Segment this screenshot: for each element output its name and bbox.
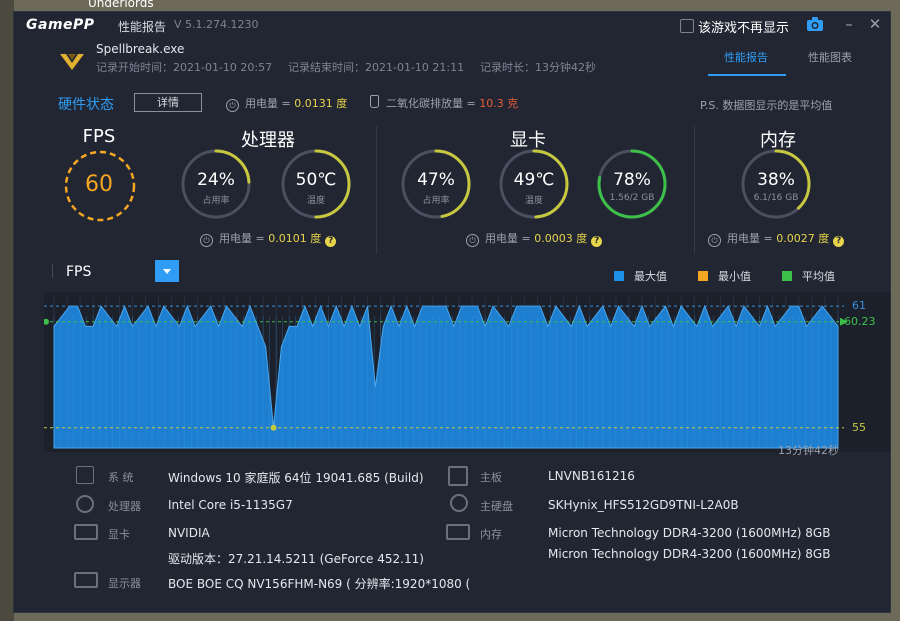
ram-value-1: Micron Technology DDR4-3200 (1600MHz) 8G… xyxy=(548,526,831,540)
display-label: 显示器 xyxy=(108,577,141,590)
average-note: P.S. 数据图显示的是平均值 xyxy=(700,99,833,112)
record-duration: 记录时长：13分钟42秒 xyxy=(480,61,596,74)
total-power: ⏻ 用电量 = 0.0131 度 xyxy=(226,95,347,112)
tab-performance-chart[interactable]: 性能图表 xyxy=(808,49,852,65)
driver-version: 驱动版本：27.21.14.5211 (GeForce 452.11) xyxy=(168,552,424,566)
cpu-chip-icon xyxy=(76,495,94,513)
min-point-dot xyxy=(270,424,277,431)
power-plug-icon: ⏻ xyxy=(226,99,239,112)
memory-power: ⏻ 用电量 = 0.0027 度? xyxy=(708,230,845,247)
disk-label: 主硬盘 xyxy=(480,500,513,513)
process-name: Spellbreak.exe xyxy=(96,42,185,56)
ram-label: 内存 xyxy=(480,528,502,541)
windows-icon xyxy=(76,466,94,484)
gpu-vram-label: 1.56/2 GB xyxy=(609,193,655,203)
window-title: 性能报告 xyxy=(118,20,167,34)
spellbreak-game-icon xyxy=(60,54,84,70)
hard-disk-icon xyxy=(450,494,468,512)
section-divider xyxy=(694,126,695,254)
bottle-icon xyxy=(370,95,379,108)
hide-game-checkbox[interactable] xyxy=(680,19,694,33)
minimize-button[interactable]: – xyxy=(840,14,858,34)
avg-value-label: 60.23 xyxy=(844,314,876,328)
record-end-time: 记录结束时间：2021-01-10 21:11 xyxy=(288,61,465,74)
gpu-usage-value: 47% xyxy=(417,170,455,190)
memory-usage-label: 6.1/16 GB xyxy=(753,193,799,203)
legend-swatch xyxy=(614,271,624,281)
gpu-label: 显卡 xyxy=(108,528,130,541)
cpu-power: ⏻ 用电量 = 0.0101 度? xyxy=(200,230,337,247)
max-value-label: 61 xyxy=(852,299,866,313)
legend-max: 最大值 xyxy=(614,268,667,284)
close-button[interactable]: ✕ xyxy=(866,14,884,34)
desktop-background xyxy=(0,0,14,621)
os-value: Windows 10 家庭版 64位 19041.685 (Build) xyxy=(168,471,424,485)
dropdown-chevron-icon[interactable] xyxy=(155,260,179,282)
help-icon[interactable]: ? xyxy=(833,236,845,247)
legend-swatch xyxy=(782,271,792,281)
memory-stick-icon xyxy=(446,524,470,540)
power-plug-icon: ⏻ xyxy=(708,234,721,247)
record-start-time: 记录开始时间：2021-01-10 20:57 xyxy=(96,61,273,74)
cpu-usage-label: 占用率 xyxy=(202,196,230,206)
details-button[interactable]: 详情 xyxy=(134,93,202,112)
metric-selector[interactable]: FPS xyxy=(66,264,91,280)
power-plug-icon: ⏻ xyxy=(200,234,213,247)
gamepp-window: GamePP 性能报告 V 5.1.274.1230 该游戏不再显示 – ✕ S… xyxy=(14,12,890,612)
metric-selector-frame xyxy=(52,264,63,278)
cpu-temp-value: 50℃ xyxy=(295,170,337,190)
gpu-usage-label: 占用率 xyxy=(422,196,450,206)
board-label: 主板 xyxy=(480,471,502,484)
gpu-temp-label: 温度 xyxy=(524,196,543,206)
ram-value-2: Micron Technology DDR4-3200 (1600MHz) 8G… xyxy=(548,547,831,561)
tab-performance-report[interactable]: 性能报告 xyxy=(724,49,768,65)
legend-avg: 平均值 xyxy=(782,268,835,284)
help-icon[interactable]: ? xyxy=(591,236,603,247)
power-plug-icon: ⏻ xyxy=(466,234,479,247)
fps-value: 60 xyxy=(85,172,113,197)
gpu-vram-value: 78% xyxy=(613,170,651,190)
section-divider xyxy=(376,126,377,254)
title-bar: GamePP 性能报告 V 5.1.274.1230 该游戏不再显示 – ✕ xyxy=(14,12,890,40)
legend-min: 最小值 xyxy=(698,268,751,284)
cpu-temp-label: 温度 xyxy=(306,196,325,206)
hide-game-label[interactable]: 该游戏不再显示 xyxy=(698,17,789,36)
desktop-icon-label: Underlords xyxy=(88,0,154,10)
monitor-icon xyxy=(74,572,98,588)
gamepp-logo: GamePP xyxy=(26,17,95,33)
cpu-value: Intel Core i5-1135G7 xyxy=(168,498,293,512)
cpu-usage-value: 24% xyxy=(197,170,235,190)
fps-title: FPS xyxy=(82,126,116,147)
gpu-temp-value: 49℃ xyxy=(513,170,555,190)
co2-emission: 二氧化碳排放量 = 10.3 克 xyxy=(370,95,518,111)
gpu-value: NVIDIA xyxy=(168,526,210,540)
active-tab-indicator xyxy=(708,74,786,76)
legend-swatch xyxy=(698,271,708,281)
min-value-label: 55 xyxy=(852,420,866,434)
hardware-status-title: 硬件状态 xyxy=(58,97,114,113)
memory-usage-value: 38% xyxy=(757,170,795,190)
chart-duration: 13分钟42秒 xyxy=(778,444,839,457)
cpu-label: 处理器 xyxy=(108,500,141,513)
gpu-power: ⏻ 用电量 = 0.0003 度? xyxy=(466,230,603,247)
version-label: V 5.1.274.1230 xyxy=(174,18,259,31)
board-value: LNVNB161216 xyxy=(548,469,635,483)
disk-value: SKHynix_HFS512GD9TNI-L2A0B xyxy=(548,498,739,512)
help-icon[interactable]: ? xyxy=(325,236,337,247)
fps-area-chart xyxy=(44,292,890,452)
screenshot-camera-icon[interactable] xyxy=(806,16,824,32)
motherboard-icon xyxy=(448,466,468,486)
os-label: 系 统 xyxy=(108,471,134,484)
display-value: BOE BOE CQ NV156FHM-N69 ( 分辨率:1920*1080 … xyxy=(168,577,471,591)
graphics-card-icon xyxy=(74,524,98,540)
